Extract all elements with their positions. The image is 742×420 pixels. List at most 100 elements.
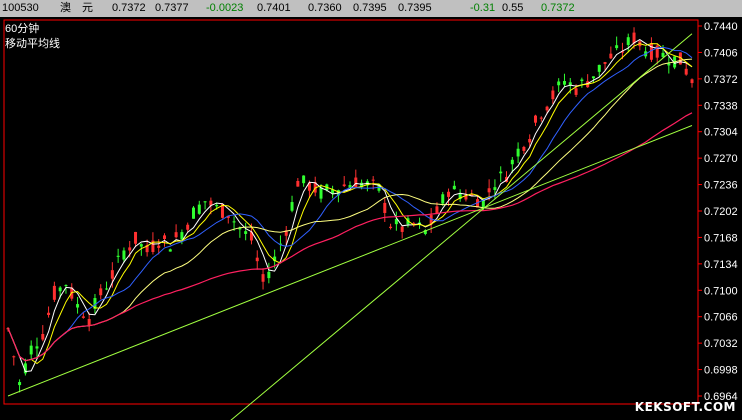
candle-body	[168, 249, 172, 252]
candle-body	[510, 159, 514, 165]
candle-body	[533, 115, 537, 123]
candle-body	[52, 285, 56, 300]
instrument-code: 100530	[2, 2, 39, 14]
candle-body	[528, 138, 532, 143]
candle-body	[186, 224, 190, 230]
candle-body	[591, 76, 595, 79]
candle-body	[499, 171, 503, 174]
candle-body	[609, 53, 613, 59]
candle-body	[551, 90, 555, 100]
quote-value: 0.7395	[398, 2, 432, 14]
candle-body	[116, 255, 120, 257]
candle-body	[452, 185, 456, 190]
candle-body	[371, 179, 375, 181]
candle-body	[105, 288, 109, 290]
candle-body	[684, 68, 688, 75]
quote-value: 0.7372	[541, 2, 575, 14]
candle-body	[244, 231, 248, 234]
quote-value: 0.7395	[353, 2, 387, 14]
candle-body	[661, 52, 665, 57]
candle-body	[597, 64, 601, 72]
candle-body	[180, 232, 184, 240]
candle-body	[690, 79, 694, 84]
candle-body	[383, 202, 387, 213]
candle-body	[41, 333, 45, 340]
candle-body	[493, 187, 497, 190]
candle-body	[203, 201, 207, 203]
candle-body	[632, 32, 636, 44]
candle-body	[557, 81, 561, 86]
watermark: KEKSOFT.COM	[634, 400, 736, 414]
candle-body	[110, 270, 114, 279]
candle-body	[447, 191, 451, 197]
quote-value: -0.0023	[206, 2, 244, 14]
candle-body	[29, 345, 33, 355]
candle-body	[128, 247, 132, 251]
candle-body	[539, 117, 543, 119]
candle-body	[232, 221, 236, 223]
quote-value: 0.7377	[155, 2, 189, 14]
candle-body	[302, 175, 306, 184]
candle-body	[574, 88, 578, 95]
y-tick-label: 0.7100	[704, 285, 738, 297]
instrument-name-first: 澳	[60, 2, 71, 14]
quote-value: 0.7401	[257, 2, 291, 14]
price-chart: 0.7440 0.7406 0.7372 0.7338 0.7304 0.7270 0.72…	[0, 17, 742, 420]
candle-body	[354, 177, 358, 188]
candle-body	[47, 312, 51, 315]
candle-body	[215, 204, 219, 207]
quote-header: 100530 澳 元 0.7372 0.7377 -0.0023 0.7401 …	[0, 0, 742, 17]
quote-value: -0.31	[470, 2, 496, 14]
y-tick-label: 0.7236	[704, 180, 738, 192]
candle-body	[441, 194, 445, 204]
candle-body	[487, 188, 491, 193]
y-tick-label: 0.7440	[704, 21, 738, 33]
candle-body	[134, 231, 138, 244]
period-label: 60分钟	[5, 23, 40, 35]
chart-background	[0, 17, 742, 420]
candle-body	[522, 146, 526, 151]
candle-body	[261, 274, 265, 282]
indicator-label: 移动平均线	[5, 38, 60, 50]
candle-body	[290, 202, 294, 211]
candle-body	[12, 356, 16, 358]
candle-body	[255, 257, 259, 262]
candle-body	[35, 346, 39, 349]
candle-body	[580, 79, 584, 81]
candle-body	[174, 232, 178, 238]
candle-body	[400, 226, 404, 232]
candle-body	[99, 288, 103, 296]
candle-body	[197, 204, 201, 214]
instrument-name-second: 元	[82, 2, 93, 14]
y-tick-label: 0.7134	[704, 259, 738, 271]
candle-body	[18, 382, 22, 386]
y-tick-label: 0.7304	[704, 127, 738, 139]
candle-body	[163, 235, 167, 239]
candle-body	[626, 37, 630, 45]
candle-body	[615, 45, 619, 49]
quote-value: 0.7360	[308, 2, 342, 14]
y-tick-label: 0.7270	[704, 153, 738, 165]
y-tick-label: 0.7032	[704, 338, 738, 350]
candle-body	[516, 148, 520, 157]
candle-body	[157, 245, 161, 248]
candle-body	[122, 250, 126, 260]
y-tick-label: 0.7406	[704, 47, 738, 59]
candle-body	[319, 187, 323, 199]
y-tick-label: 0.7372	[704, 74, 738, 86]
candle-body	[191, 207, 195, 219]
candle-body	[562, 81, 566, 85]
candle-body	[667, 63, 671, 66]
candle-body	[58, 287, 62, 292]
y-tick-label: 0.7202	[704, 206, 738, 218]
candle-body	[64, 285, 68, 287]
candle-body	[603, 62, 607, 64]
quote-value: 0.7372	[112, 2, 146, 14]
candle-body	[81, 316, 85, 318]
y-tick-label: 0.7338	[704, 100, 738, 112]
quote-value: 0.55	[502, 2, 524, 14]
candle-body	[76, 304, 80, 308]
candle-body	[296, 180, 300, 187]
candle-body	[342, 184, 346, 187]
candle-body	[435, 206, 439, 214]
